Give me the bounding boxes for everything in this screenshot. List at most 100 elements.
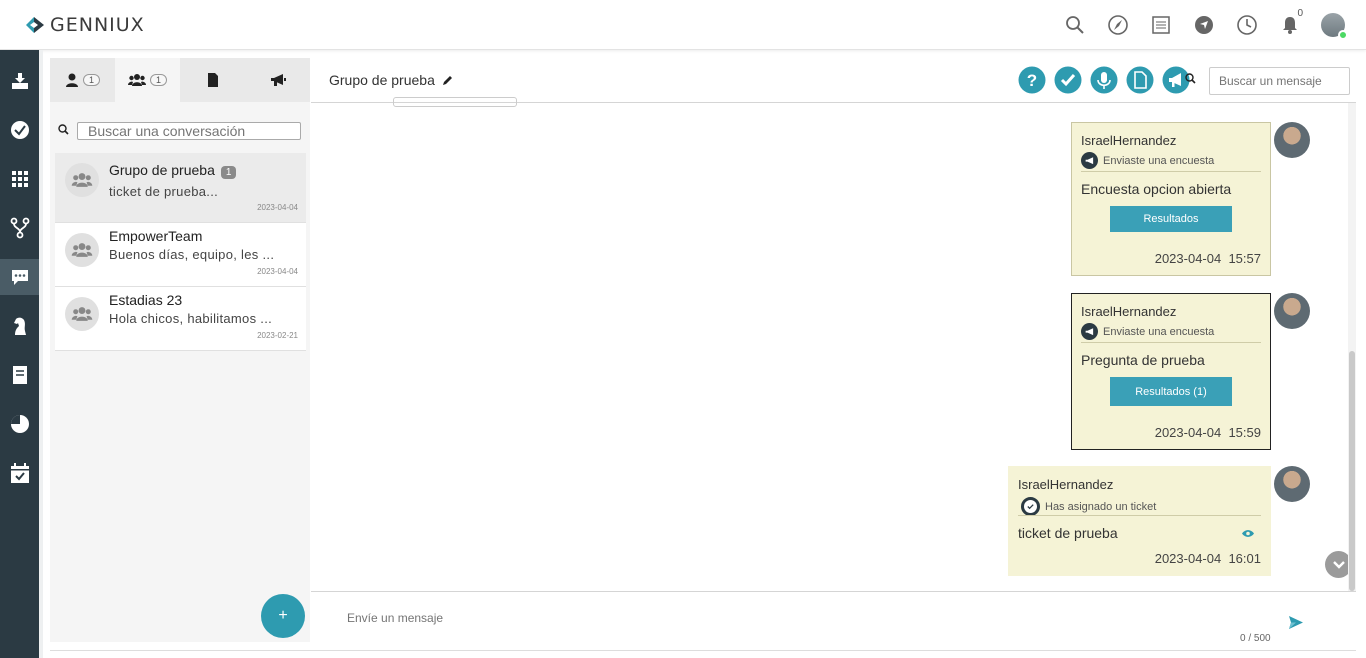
conversation-list: Grupo de prueba 1 ticket de prueba... 202… — [55, 153, 306, 351]
avatar — [1274, 122, 1310, 158]
message-subtitle: Enviaste una encuesta — [1081, 152, 1214, 169]
grid-icon[interactable] — [0, 161, 39, 197]
conversation-preview: ticket de prueba... — [109, 184, 219, 199]
document-button[interactable] — [1125, 65, 1154, 94]
online-status-dot — [1338, 30, 1348, 40]
megaphone-icon — [1081, 152, 1098, 169]
scrollbar[interactable] — [1348, 103, 1356, 591]
results-button[interactable]: Resultados — [1110, 206, 1232, 232]
eye-icon[interactable] — [1242, 529, 1254, 538]
conversation-item[interactable]: Estadias 23 Hola chicos, habilitamos ...… — [55, 287, 306, 351]
users-icon — [71, 307, 93, 321]
tab-groups[interactable]: 1 — [115, 58, 180, 102]
user-avatar[interactable] — [1320, 12, 1348, 40]
message-author: IsraelHernandez — [1081, 304, 1177, 319]
notebook-icon[interactable] — [0, 357, 39, 393]
users-icon — [127, 74, 146, 86]
tab-files[interactable] — [180, 58, 245, 102]
tab-individual[interactable]: 1 — [50, 58, 115, 102]
conversation-search-input[interactable] — [77, 122, 301, 140]
left-navigation — [0, 50, 39, 658]
message-subtitle-text: Has asignado un ticket — [1045, 500, 1157, 513]
conversation-search — [58, 122, 302, 141]
search-icon — [58, 124, 69, 135]
message-date: 2023-04-04 — [1154, 251, 1222, 266]
chevron-down-icon — [1332, 560, 1345, 569]
edit-pencil-icon[interactable] — [442, 74, 454, 86]
divider — [50, 650, 1356, 651]
download-icon[interactable] — [0, 63, 39, 99]
compass-icon[interactable] — [1105, 12, 1131, 38]
fork-icon[interactable] — [0, 210, 39, 246]
message-time: 15:59 — [1228, 425, 1261, 440]
message-timestamp: 2023-04-04 16:01 — [1155, 551, 1261, 566]
conversation-date: 2023-04-04 — [257, 203, 298, 212]
microphone-icon — [1090, 66, 1117, 93]
message-bubble[interactable]: IsraelHernandez Enviaste una encuesta En… — [1071, 122, 1271, 276]
conversation-name: EmpowerTeam — [109, 228, 203, 244]
check-button[interactable] — [1053, 65, 1082, 94]
divider — [1081, 171, 1261, 172]
conversation-date: 2023-04-04 — [257, 267, 298, 276]
document-icon — [1126, 66, 1153, 93]
divider — [1081, 342, 1261, 343]
avatar — [1274, 466, 1310, 502]
calendar-check-icon[interactable] — [0, 455, 39, 491]
tab-count: 1 — [149, 74, 167, 86]
logo-text: GENNIUX — [50, 14, 145, 36]
logo-icon — [26, 17, 44, 33]
megaphone-icon — [270, 74, 286, 86]
avatar — [1321, 13, 1348, 40]
user-icon — [65, 73, 78, 87]
message-search-input[interactable] — [1209, 67, 1350, 95]
search-icon[interactable] — [1062, 12, 1088, 38]
conversation-tabs: 1 1 — [50, 58, 310, 102]
notification-count: 0 — [1297, 8, 1303, 19]
check-icon — [1054, 66, 1081, 93]
notes-icon[interactable] — [1148, 12, 1174, 38]
avatar — [1274, 293, 1310, 329]
conversation-preview: Buenos días, equipo, les ... — [109, 247, 275, 262]
chat-icon[interactable] — [0, 259, 39, 295]
group-avatar — [65, 233, 99, 267]
logo[interactable]: GENNIUX — [24, 13, 145, 37]
chat-title: Grupo de prueba — [329, 72, 454, 88]
bell-icon[interactable]: 0 — [1277, 8, 1303, 38]
megaphone-icon — [1081, 323, 1098, 340]
message-text: Encuesta opcion abierta — [1081, 181, 1232, 197]
ticket-icon — [1021, 497, 1040, 516]
help-button[interactable]: ? — [1017, 65, 1046, 94]
file-icon — [207, 73, 218, 87]
conversation-name: Estadias 23 — [109, 292, 183, 308]
message-subtitle: Has asignado un ticket — [1021, 497, 1156, 516]
chess-knight-icon[interactable] — [0, 308, 39, 344]
message-bubble[interactable]: IsraelHernandez Enviaste una encuesta Pr… — [1071, 293, 1271, 450]
message-date: 2023-04-04 — [1154, 551, 1222, 566]
message-input[interactable] — [347, 608, 1247, 628]
check-circle-icon[interactable] — [0, 112, 39, 148]
message-area[interactable]: IsraelHernandez Enviaste una encuesta En… — [311, 97, 1356, 591]
clock-icon[interactable] — [1234, 12, 1260, 38]
pie-chart-icon[interactable] — [0, 406, 39, 442]
top-bar: GENNIUX 0 — [0, 0, 1366, 50]
message-bubble[interactable]: IsraelHernandez Has asignado un ticket t… — [1008, 466, 1271, 576]
message-timestamp: 2023-04-04 15:59 — [1155, 425, 1261, 440]
group-avatar — [65, 163, 99, 197]
navigate-icon[interactable] — [1191, 12, 1217, 38]
users-icon — [71, 173, 93, 187]
results-button[interactable]: Resultados (1) — [1110, 377, 1232, 406]
conversation-item[interactable]: Grupo de prueba 1 ticket de prueba... 202… — [55, 153, 306, 223]
scrollbar-thumb[interactable] — [1349, 351, 1355, 591]
users-icon — [71, 243, 93, 257]
group-avatar — [65, 297, 99, 331]
character-counter: 0 / 500 — [1240, 633, 1271, 644]
conversation-name: Grupo de prueba 1 — [109, 162, 237, 179]
chat-actions: ? — [1010, 65, 1190, 94]
conversation-item[interactable]: EmpowerTeam Buenos días, equipo, les ...… — [55, 223, 306, 287]
voice-button[interactable] — [1089, 65, 1118, 94]
message-timestamp: 2023-04-04 15:57 — [1155, 251, 1261, 266]
send-icon[interactable] — [1289, 616, 1303, 629]
help-icon: ? — [1018, 66, 1045, 93]
tab-announcements[interactable] — [245, 58, 310, 102]
new-conversation-button[interactable]: + — [261, 594, 305, 638]
